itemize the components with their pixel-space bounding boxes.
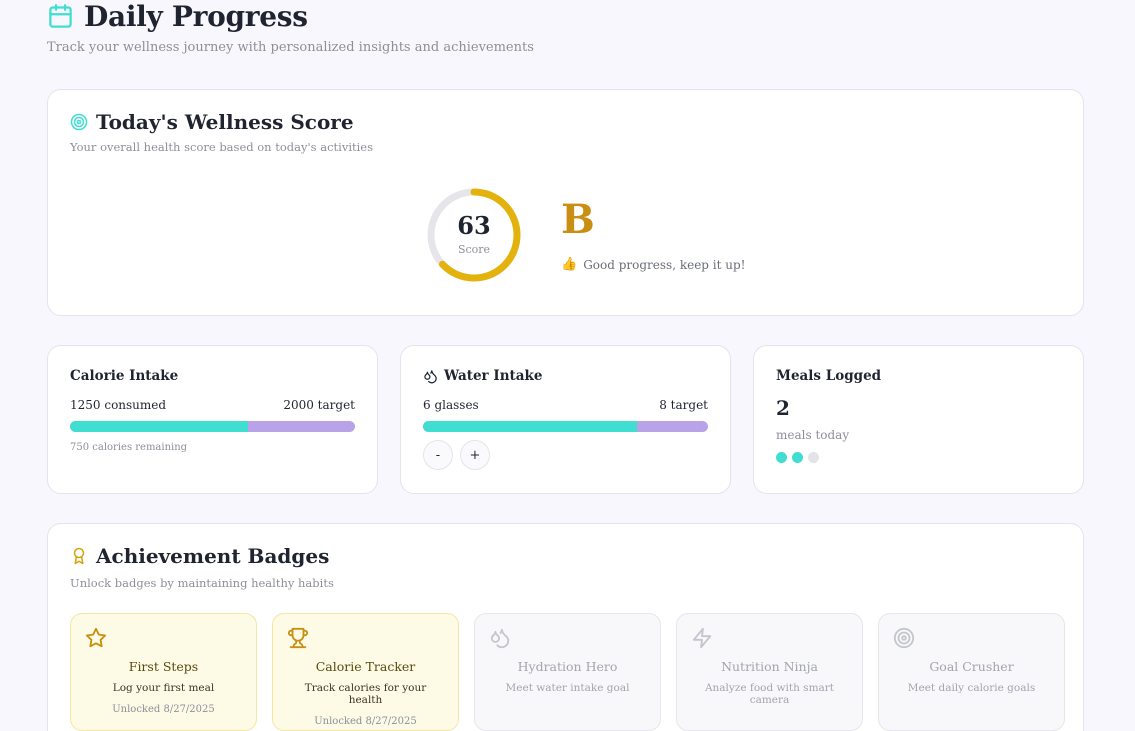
- calorie-progress-bar: [70, 421, 355, 432]
- calendar-icon: [49, 3, 72, 28]
- water-title: Water Intake: [444, 368, 543, 384]
- page-header: Daily Progress Track your wellness journ…: [47, 0, 534, 55]
- calorie-consumed: 1250 consumed: [70, 398, 167, 412]
- target-icon: [893, 627, 915, 649]
- badge-desc: Analyze food with smart camera: [704, 682, 835, 706]
- water-decrement-button[interactable]: -: [423, 440, 453, 470]
- badge-date: Unlocked 8/27/2025: [112, 704, 215, 715]
- badge-desc: Meet water intake goal: [505, 682, 630, 694]
- score-message-text: Good progress, keep it up!: [583, 257, 746, 272]
- water-progress-fill: [423, 421, 637, 432]
- badge-first-steps[interactable]: First Steps Log your first meal Unlocked…: [70, 613, 257, 731]
- water-progress-bar: [423, 421, 708, 432]
- meal-dot: [776, 452, 787, 463]
- meal-dot: [808, 452, 819, 463]
- lightning-icon: [692, 627, 712, 649]
- trophy-icon: [287, 627, 309, 649]
- page-title: Daily Progress: [84, 0, 308, 33]
- badge-date: Unlocked 8/27/2025: [314, 716, 417, 727]
- badge-name: Nutrition Ninja: [721, 659, 818, 674]
- calorie-title: Calorie Intake: [70, 368, 179, 384]
- water-increment-button[interactable]: +: [460, 440, 490, 470]
- water-target: 8 target: [659, 398, 708, 412]
- calorie-remaining: 750 calories remaining: [70, 442, 188, 453]
- star-icon: [85, 627, 107, 648]
- target-icon: [70, 113, 88, 131]
- water-intake-card: Water Intake 6 glasses 8 target - +: [400, 345, 731, 494]
- badge-name: Hydration Hero: [517, 659, 618, 674]
- thumbs-up-icon: 👍: [561, 257, 578, 272]
- calorie-target: 2000 target: [283, 398, 355, 412]
- score-value: 63: [457, 211, 491, 240]
- badge-goal-crusher[interactable]: Goal Crusher Meet daily calorie goals: [878, 613, 1065, 731]
- meal-dot: [792, 452, 803, 463]
- badge-calorie-tracker[interactable]: Calorie Tracker Track calories for your …: [272, 613, 459, 731]
- badge-hydration-hero[interactable]: Hydration Hero Meet water intake goal: [474, 613, 661, 731]
- score-gauge: 63 Score: [426, 187, 522, 283]
- water-glasses: 6 glasses: [423, 398, 479, 412]
- badges-list: First Steps Log your first meal Unlocked…: [70, 613, 1065, 731]
- meals-logged-card: Meals Logged 2 meals today: [753, 345, 1084, 494]
- score-message: 👍 Good progress, keep it up!: [561, 257, 746, 272]
- wellness-score-card: Today's Wellness Score Your overall heal…: [47, 89, 1084, 316]
- meals-count: 2: [776, 396, 790, 420]
- score-grade: B: [561, 196, 595, 243]
- badge-name: First Steps: [128, 659, 199, 674]
- wellness-score-title: Today's Wellness Score: [96, 110, 354, 134]
- badges-title: Achievement Badges: [96, 544, 330, 568]
- wellness-score-subtitle: Your overall health score based on today…: [70, 140, 374, 154]
- meal-dots: [776, 452, 1061, 463]
- page-subtitle: Track your wellness journey with persona…: [47, 40, 534, 55]
- badge-desc: Log your first meal: [112, 682, 215, 694]
- droplets-icon: [490, 628, 510, 649]
- badge-name: Goal Crusher: [929, 659, 1014, 674]
- meals-title: Meals Logged: [776, 368, 882, 384]
- droplets-icon: [424, 369, 437, 383]
- achievement-badges-card: Achievement Badges Unlock badges by main…: [47, 523, 1084, 731]
- award-icon: [73, 547, 85, 565]
- badge-desc: Meet daily calorie goals: [907, 682, 1036, 694]
- meals-label: meals today: [776, 428, 850, 442]
- badges-subtitle: Unlock badges by maintaining healthy hab…: [70, 576, 334, 590]
- badge-desc: Track calories for your health: [304, 682, 427, 706]
- calorie-intake-card: Calorie Intake 1250 consumed 2000 target…: [47, 345, 378, 494]
- score-label: Score: [457, 243, 491, 256]
- badge-name: Calorie Tracker: [315, 659, 416, 674]
- calorie-progress-fill: [70, 421, 249, 432]
- badge-nutrition-ninja[interactable]: Nutrition Ninja Analyze food with smart …: [676, 613, 863, 731]
